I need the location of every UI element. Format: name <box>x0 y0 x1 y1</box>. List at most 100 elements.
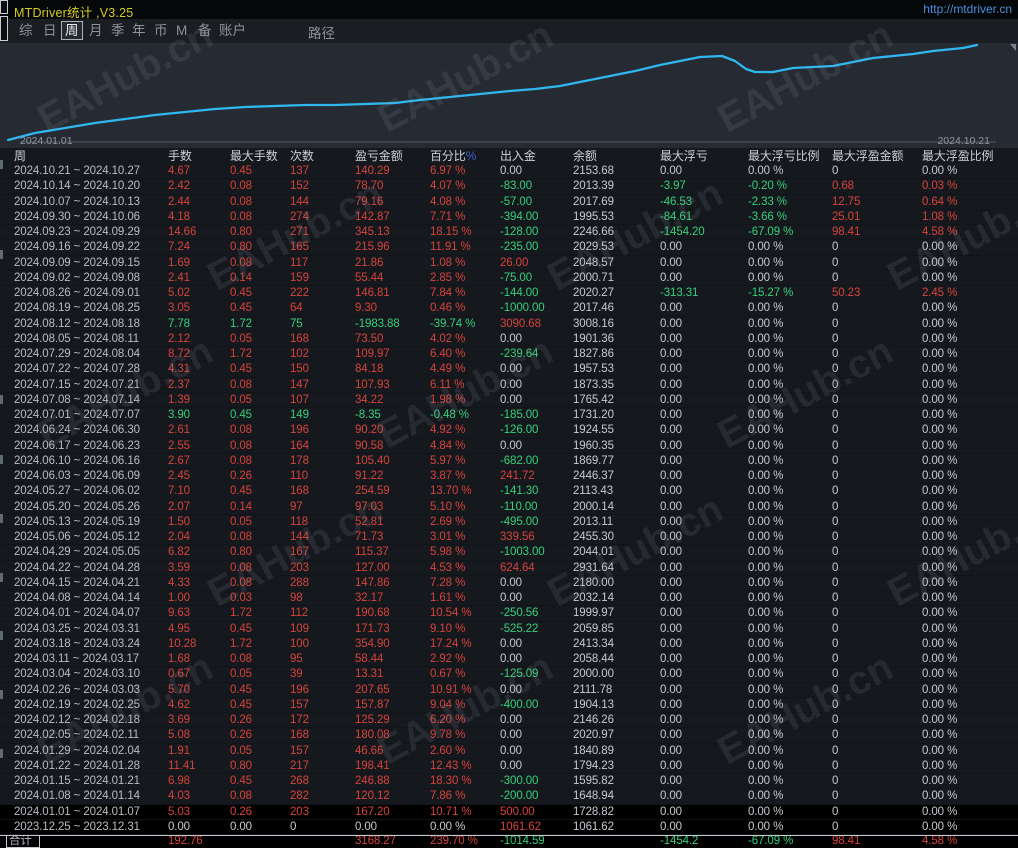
cell-trades: 144 <box>290 531 309 543</box>
header-max-floating-profit-pct[interactable]: 最大浮盈比例 <box>922 148 1018 164</box>
menu-item-backup[interactable]: 备 <box>195 22 215 39</box>
scrollbar-fragment[interactable] <box>0 0 8 14</box>
header-max-lots[interactable]: 最大手数 <box>230 148 290 164</box>
table-row[interactable]: 2024.01.01 ~ 2024.01.07 5.03 0.26 203 167.20… <box>0 805 1018 820</box>
menu-item-m[interactable]: M <box>173 22 190 39</box>
table-row[interactable]: 2024.10.21 ~ 2024.10.27 4.67 0.45 137 140.29… <box>0 164 1018 180</box>
cell-balance: 2413.34 <box>573 637 614 650</box>
cell-week-range: 2024.09.02 ~ 2024.09.08 <box>14 271 140 284</box>
table-row[interactable]: 2024.08.26 ~ 2024.09.01 5.02 0.45 222 146.81… <box>0 286 1018 302</box>
row-marker-tick <box>0 514 3 523</box>
table-row[interactable]: 2024.08.05 ~ 2024.08.11 2.12 0.05 168 73.50 4… <box>0 332 1018 347</box>
cell-profit: 157.87 <box>355 698 390 711</box>
table-row[interactable]: 2024.02.05 ~ 2024.02.11 5.08 0.26 168 180.08… <box>0 728 1018 744</box>
header-balance[interactable]: 余额 <box>573 148 660 164</box>
table-row[interactable]: 2024.04.15 ~ 2024.04.21 4.33 0.08 288 147.86… <box>0 576 1018 591</box>
header-max-floating-loss-pct[interactable]: 最大浮亏比例 <box>748 148 832 164</box>
table-row[interactable]: 2024.10.07 ~ 2024.10.13 2.44 0.08 144 79.16 4… <box>0 195 1018 210</box>
header-trades[interactable]: 次数 <box>290 148 355 164</box>
cell-week-range: 2024.06.17 ~ 2024.06.23 <box>14 439 140 452</box>
table-row[interactable]: 2024.07.22 ~ 2024.07.28 4.31 0.45 150 84.18 4… <box>0 362 1018 378</box>
header-deposit-withdraw[interactable]: 出入金 <box>500 148 573 164</box>
table-row[interactable]: 2024.03.25 ~ 2024.03.31 4.95 0.45 109 171.73… <box>0 622 1018 637</box>
header-max-floating-loss[interactable]: 最大浮亏 <box>660 148 748 164</box>
table-row[interactable]: 2024.05.13 ~ 2024.05.19 1.50 0.05 118 52.81 2… <box>0 515 1018 530</box>
table-row[interactable]: 2024.01.29 ~ 2024.02.04 1.91 0.05 157 46.66 2… <box>0 744 1018 759</box>
menu-item-month[interactable]: 月 <box>86 22 106 39</box>
table-row[interactable]: 2024.07.01 ~ 2024.07.07 3.90 0.45 149 -8.35 -… <box>0 408 1018 424</box>
table-row[interactable]: 2024.01.15 ~ 2024.01.21 6.98 0.45 268 246.88… <box>0 774 1018 790</box>
table-row[interactable]: 2024.04.29 ~ 2024.05.05 6.82 0.80 167 115.37… <box>0 545 1018 561</box>
table-row[interactable]: 2024.02.12 ~ 2024.02.18 3.69 0.26 172 125.29… <box>0 713 1018 729</box>
table-row[interactable]: 2024.08.12 ~ 2024.08.18 7.78 1.72 75 -1983.8… <box>0 317 1018 332</box>
table-row[interactable]: 2024.06.24 ~ 2024.06.30 2.61 0.08 196 90.20 4… <box>0 423 1018 439</box>
cell-trades: 107 <box>290 393 309 406</box>
menu-item-quarter[interactable]: 季 <box>108 22 128 39</box>
cell-profit: 46.66 <box>355 744 384 757</box>
table-row[interactable]: 2024.01.08 ~ 2024.01.14 4.03 0.08 282 120.12… <box>0 789 1018 805</box>
cell-balance: 2058.44 <box>573 653 614 665</box>
table-row[interactable]: 2024.08.19 ~ 2024.08.25 3.05 0.45 64 9.30 0.4… <box>0 301 1018 317</box>
menu-item-year[interactable]: 年 <box>129 22 149 39</box>
table-row[interactable]: 2024.02.19 ~ 2024.02.25 4.62 0.45 157 157.87… <box>0 698 1018 713</box>
table-row[interactable]: 2024.03.18 ~ 2024.03.24 10.28 1.72 100 354.9… <box>0 637 1018 652</box>
menu-item-account[interactable]: 账户 <box>216 22 249 39</box>
table-row[interactable]: 2024.09.23 ~ 2024.09.29 14.66 0.80 271 345.1… <box>0 225 1018 241</box>
menu-item-day[interactable]: 日 <box>40 22 60 39</box>
cell-max-lots: 0.08 <box>230 790 252 803</box>
menu-item-week[interactable]: 周 <box>61 21 83 40</box>
header-week-range[interactable]: 周 <box>6 148 168 164</box>
header-profit[interactable]: 盈亏金额 <box>355 148 430 164</box>
table-row[interactable]: 2024.05.27 ~ 2024.06.02 7.10 0.45 168 254.59… <box>0 484 1018 500</box>
app-url-link[interactable]: http://mtdriver.cn <box>923 2 1012 16</box>
cell-max-floating-profit: 0 <box>832 546 839 559</box>
cell-lots: 1.69 <box>168 256 190 269</box>
table-row[interactable]: 2024.09.30 ~ 2024.10.06 4.18 0.08 274 142.87… <box>0 210 1018 225</box>
cell-deposit-withdraw: -239.64 <box>500 348 539 360</box>
cell-profit: 246.88 <box>355 775 390 787</box>
header-lots[interactable]: 手数 <box>168 148 230 164</box>
header-percent[interactable]: 百分比% <box>430 148 500 164</box>
table-row[interactable]: 2024.06.10 ~ 2024.06.16 2.67 0.08 178 105.40… <box>0 454 1018 469</box>
cell-max-floating-loss-pct: 0.00 % <box>748 805 784 818</box>
table-row[interactable]: 2024.01.22 ~ 2024.01.28 11.41 0.80 217 198.4… <box>0 759 1018 774</box>
scrollbar-fragment[interactable] <box>0 16 8 41</box>
menu-item-currency[interactable]: 币 <box>151 22 171 39</box>
cell-profit: 120.12 <box>355 790 390 803</box>
table-row[interactable]: 2024.04.22 ~ 2024.04.28 3.59 0.08 203 127.00… <box>0 561 1018 576</box>
menu-item-summary[interactable]: 综 <box>16 22 36 39</box>
table-row[interactable]: 2024.03.11 ~ 2024.03.17 1.68 0.08 95 58.44 2.… <box>0 652 1018 668</box>
cell-max-floating-loss-pct: 0.00 % <box>748 729 784 742</box>
table-row[interactable]: 2024.07.29 ~ 2024.08.04 8.72 1.72 102 109.97… <box>0 347 1018 363</box>
table-row[interactable]: 2024.05.06 ~ 2024.05.12 2.04 0.08 144 71.73 3… <box>0 530 1018 546</box>
table-row[interactable]: 2024.04.08 ~ 2024.04.14 1.00 0.03 98 32.17 1.… <box>0 591 1018 607</box>
scroll-arrow-icon[interactable] <box>1010 44 1016 51</box>
table-row[interactable]: 2023.12.25 ~ 2023.12.31 0.00 0.00 0 0.00 0.00… <box>0 820 1018 835</box>
table-row[interactable]: 2024.06.17 ~ 2024.06.23 2.55 0.08 164 90.58 4… <box>0 439 1018 454</box>
cell-percent: 2.60 % <box>430 744 466 757</box>
cell-max-lots: 0.45 <box>230 302 252 315</box>
table-row[interactable]: 2024.09.09 ~ 2024.09.15 1.69 0.08 117 21.86 1… <box>0 256 1018 271</box>
cell-trades: 178 <box>290 454 309 467</box>
table-row[interactable]: 2024.06.03 ~ 2024.06.09 2.45 0.26 110 91.22 3… <box>0 469 1018 485</box>
table-row[interactable]: 2024.07.15 ~ 2024.07.21 2.37 0.08 147 107.93… <box>0 378 1018 393</box>
cell-deposit-withdraw: -144.00 <box>500 287 539 299</box>
cell-profit: 58.44 <box>355 653 384 665</box>
table-row[interactable]: 2024.04.01 ~ 2024.04.07 9.63 1.72 112 190.68… <box>0 606 1018 622</box>
table-row[interactable]: 2024.10.14 ~ 2024.10.20 2.42 0.08 152 78.70 4… <box>0 179 1018 195</box>
cell-max-floating-profit-pct: 0.00 % <box>922 668 958 681</box>
table-row[interactable]: 2024.09.02 ~ 2024.09.08 2.41 0.14 159 55.44 2… <box>0 271 1018 286</box>
cell-max-lots: 0.08 <box>230 378 252 391</box>
menu-item-path[interactable]: 路径 <box>308 22 335 42</box>
table-row[interactable]: 2024.09.16 ~ 2024.09.22 7.24 0.80 165 215.96… <box>0 240 1018 256</box>
table-row[interactable]: 2024.03.04 ~ 2024.03.10 0.67 0.05 39 13.31 0.… <box>0 667 1018 683</box>
header-max-floating-profit[interactable]: 最大浮盈金额 <box>832 148 922 164</box>
table-row[interactable]: 2024.07.08 ~ 2024.07.14 1.39 0.05 107 34.22 1… <box>0 393 1018 408</box>
cell-deposit-withdraw: 0.00 <box>500 637 522 650</box>
table-row[interactable]: 2024.02.26 ~ 2024.03.03 5.70 0.45 196 207.65… <box>0 683 1018 698</box>
cell-max-floating-profit-pct: 0.00 % <box>922 576 958 589</box>
cell-max-lots: 0.00 <box>230 820 252 833</box>
cell-percent: 4.02 % <box>430 332 466 345</box>
cell-percent: 4.08 % <box>430 195 466 208</box>
table-row[interactable]: 2024.05.20 ~ 2024.05.26 2.07 0.14 97 97.03 5.… <box>0 500 1018 515</box>
